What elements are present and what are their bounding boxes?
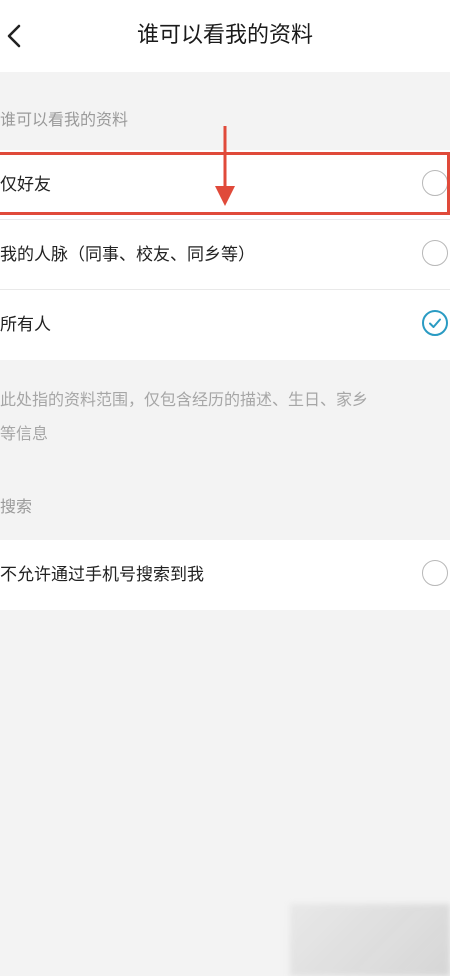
search-list: 不允许通过手机号搜索到我 <box>0 540 450 610</box>
radio-unchecked-icon[interactable] <box>422 170 448 196</box>
radio-unchecked-icon[interactable] <box>422 240 448 266</box>
profile-scope-note: 此处指的资料范围，仅包含经历的描述、生日、家乡 等信息 <box>0 383 450 451</box>
option-friends-only[interactable]: 仅好友 <box>0 150 450 220</box>
option-disallow-phone-search[interactable]: 不允许通过手机号搜索到我 <box>0 540 450 610</box>
profile-visibility-list: 仅好友 我的人脉（同事、校友、同乡等） 所有人 <box>0 150 450 360</box>
top-bar: 谁可以看我的资料 <box>0 0 450 72</box>
section-title-profile: 谁可以看我的资料 <box>0 110 129 129</box>
section-title-search: 搜索 <box>0 497 33 516</box>
page-title: 谁可以看我的资料 <box>136 23 313 48</box>
note-line: 此处指的资料范围，仅包含经历的描述、生日、家乡 <box>0 390 369 409</box>
option-label: 仅好友 <box>0 175 51 195</box>
option-my-network[interactable]: 我的人脉（同事、校友、同乡等） <box>0 220 450 290</box>
check-icon[interactable] <box>422 310 448 336</box>
radio-unchecked-icon[interactable] <box>422 560 448 586</box>
option-label: 不允许通过手机号搜索到我 <box>0 565 204 585</box>
option-label: 所有人 <box>0 315 51 335</box>
note-line: 等信息 <box>0 424 49 443</box>
watermark <box>290 904 450 976</box>
option-label: 我的人脉（同事、校友、同乡等） <box>0 245 255 265</box>
option-everyone[interactable]: 所有人 <box>0 290 450 360</box>
